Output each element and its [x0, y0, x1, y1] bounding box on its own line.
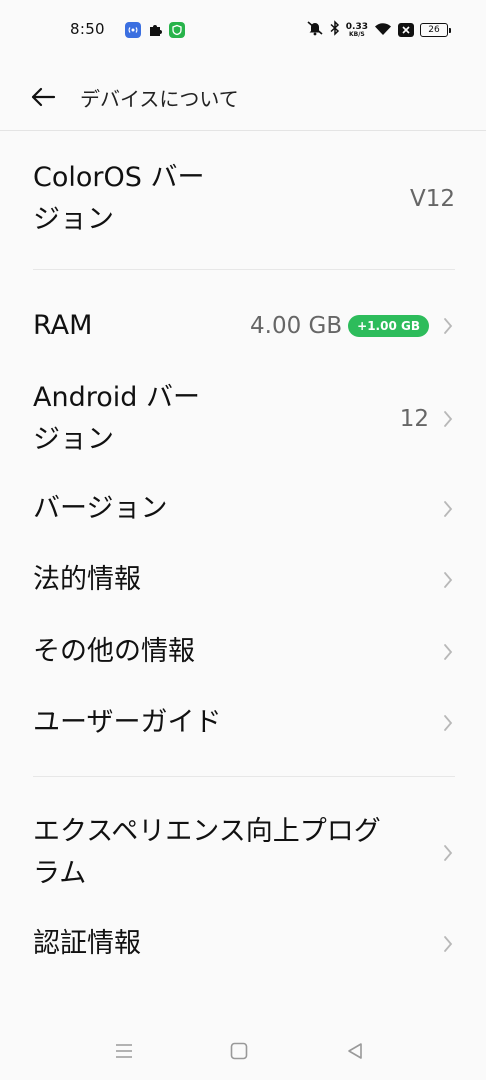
- back-arrow-icon: [31, 87, 56, 107]
- battery-icon: 26: [420, 23, 451, 37]
- app-bar: デバイスについて: [0, 68, 486, 128]
- ram-label: RAM: [33, 310, 93, 341]
- list-item-version[interactable]: バージョン: [33, 488, 455, 530]
- other-info-label: その他の情報: [33, 636, 195, 667]
- experience-program-label-line1: エクスペリエンス向上プログ: [33, 816, 381, 847]
- menu-nav-button[interactable]: [113, 1040, 135, 1062]
- list-item-coloros-version[interactable]: ColorOS バー ジョン V12: [33, 157, 455, 241]
- list-item-legal-info[interactable]: 法的情報: [33, 559, 455, 601]
- android-version-value: 12: [399, 406, 429, 432]
- wifi-icon: [374, 21, 392, 40]
- navigation-bar: [0, 1030, 486, 1070]
- network-speed: 0.33 KB/S: [346, 22, 368, 38]
- broadcast-icon: [125, 22, 141, 38]
- certification-label: 認証情報: [33, 928, 141, 959]
- android-version-label: Android バー ジョン: [33, 377, 200, 461]
- puzzle-icon: [147, 22, 163, 38]
- list-item-other-info[interactable]: その他の情報: [33, 631, 455, 673]
- android-version-label-line1: Android バー: [33, 382, 200, 413]
- battery-level: 26: [428, 25, 440, 35]
- ram-value: 4.00 GB: [250, 313, 343, 339]
- shield-app-icon: [169, 22, 185, 38]
- chevron-right-icon: [443, 316, 455, 336]
- list-item-ram[interactable]: RAM 4.00 GB +1.00 GB: [33, 305, 455, 347]
- version-label: バージョン: [33, 493, 168, 524]
- muted-bell-icon: [306, 20, 324, 40]
- experience-program-label: エクスペリエンス向上プログ ラム: [33, 811, 381, 895]
- chevron-right-icon: [443, 934, 455, 954]
- section-divider: [33, 269, 455, 270]
- home-nav-button[interactable]: [228, 1040, 250, 1062]
- ram-expansion-badge: +1.00 GB: [348, 315, 429, 337]
- home-square-icon: [230, 1042, 248, 1060]
- back-nav-button[interactable]: [344, 1040, 366, 1062]
- coloros-version-label: ColorOS バー ジョン: [33, 157, 204, 241]
- user-guide-label: ユーザーガイド: [33, 707, 222, 738]
- legal-info-label: 法的情報: [33, 564, 141, 595]
- chevron-right-icon: [443, 642, 455, 662]
- section-divider: [33, 776, 455, 777]
- network-speed-unit: KB/S: [349, 30, 365, 38]
- list-item-certification[interactable]: 認証情報: [33, 923, 455, 965]
- chevron-right-icon: [443, 843, 455, 863]
- android-version-label-line2: ジョン: [33, 424, 114, 455]
- back-button[interactable]: [28, 82, 58, 112]
- chevron-right-icon: [443, 570, 455, 590]
- close-box-icon: [398, 23, 414, 37]
- status-time: 8:50: [70, 20, 105, 38]
- coloros-version-value: V12: [409, 186, 455, 212]
- back-triangle-icon: [348, 1043, 362, 1059]
- coloros-version-label-line2: ジョン: [33, 204, 114, 235]
- header-divider: [0, 130, 486, 131]
- system-icons: 0.33 KB/S 26: [306, 20, 451, 40]
- chevron-right-icon: [443, 409, 455, 429]
- list-item-android-version[interactable]: Android バー ジョン 12: [33, 377, 455, 461]
- menu-icon: [116, 1044, 132, 1058]
- chevron-right-icon: [443, 713, 455, 733]
- bluetooth-icon: [330, 20, 340, 40]
- notification-icons: [125, 22, 185, 38]
- coloros-version-label-line1: ColorOS バー: [33, 162, 205, 193]
- experience-program-label-line2: ラム: [33, 858, 87, 889]
- page-title: デバイスについて: [80, 87, 239, 111]
- list-item-user-guide[interactable]: ユーザーガイド: [33, 702, 455, 744]
- status-bar: 8:50 0.33 KB/S 26: [0, 0, 486, 62]
- chevron-right-icon: [443, 499, 455, 519]
- list-item-experience-program[interactable]: エクスペリエンス向上プログ ラム: [33, 811, 455, 895]
